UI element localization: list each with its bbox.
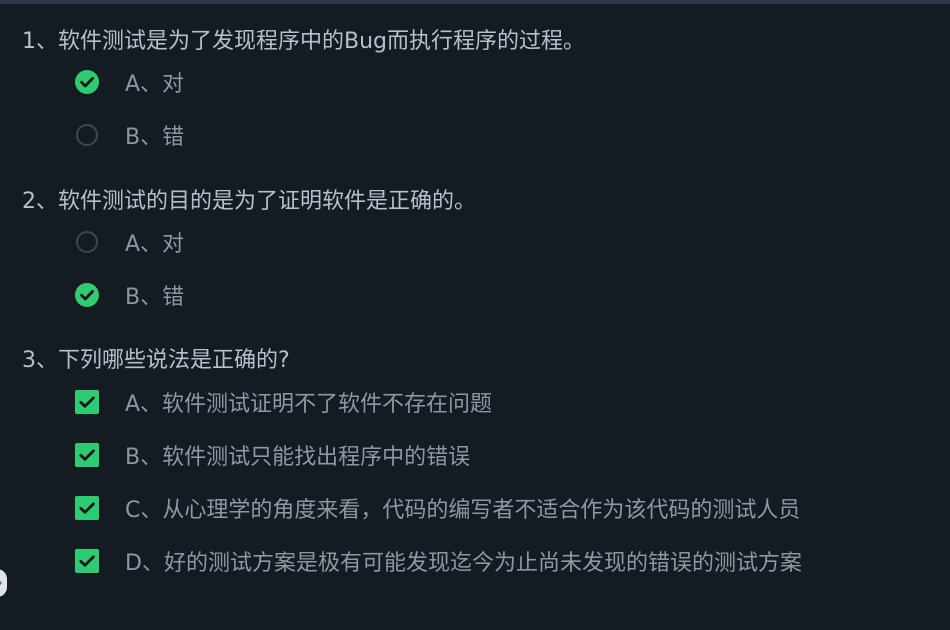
question-2-option-b[interactable]: B、错 [74, 280, 184, 310]
option-label: A、对 [125, 232, 185, 257]
option-label: C、从心理学的角度来看，代码的编写者不适合作为该代码的测试人员 [125, 498, 801, 523]
question-3-text: 3、下列哪些说法是正确的? [22, 348, 290, 373]
radio-checked-icon[interactable] [74, 69, 100, 95]
option-label: D、好的测试方案是极有可能发现迄今为止尚未发现的错误的测试方案 [125, 551, 802, 576]
top-border [0, 0, 950, 4]
radio-unchecked-icon[interactable] [74, 122, 100, 148]
option-label: B、软件测试只能找出程序中的错误 [125, 445, 471, 470]
option-label: A、软件测试证明不了软件不存在问题 [125, 392, 493, 417]
checkbox-checked-icon[interactable] [74, 548, 100, 574]
question-3-option-b[interactable]: B、软件测试只能找出程序中的错误 [74, 440, 470, 470]
radio-checked-icon[interactable] [74, 282, 100, 308]
checkbox-checked-icon[interactable] [74, 442, 100, 468]
option-label: B、错 [125, 285, 185, 310]
question-2-option-a[interactable]: A、对 [74, 227, 184, 257]
radio-unchecked-icon[interactable] [74, 229, 100, 255]
question-2-text: 2、软件测试的目的是为了证明软件是正确的。 [22, 189, 476, 214]
chevron-right-icon [0, 577, 3, 589]
side-panel-toggle-button[interactable] [0, 569, 7, 597]
question-1-option-a[interactable]: A、对 [74, 67, 184, 97]
question-1-text: 1、软件测试是为了发现程序中的Bug而执行程序的过程。 [22, 29, 585, 54]
question-3-option-c[interactable]: C、从心理学的角度来看，代码的编写者不适合作为该代码的测试人员 [74, 493, 800, 523]
option-label: A、对 [125, 72, 185, 97]
question-3-option-a[interactable]: A、软件测试证明不了软件不存在问题 [74, 387, 492, 417]
question-1-option-b[interactable]: B、错 [74, 120, 184, 150]
option-label: B、错 [125, 125, 185, 150]
checkbox-checked-icon[interactable] [74, 495, 100, 521]
question-3-option-d[interactable]: D、好的测试方案是极有可能发现迄今为止尚未发现的错误的测试方案 [74, 546, 802, 576]
checkbox-checked-icon[interactable] [74, 389, 100, 415]
